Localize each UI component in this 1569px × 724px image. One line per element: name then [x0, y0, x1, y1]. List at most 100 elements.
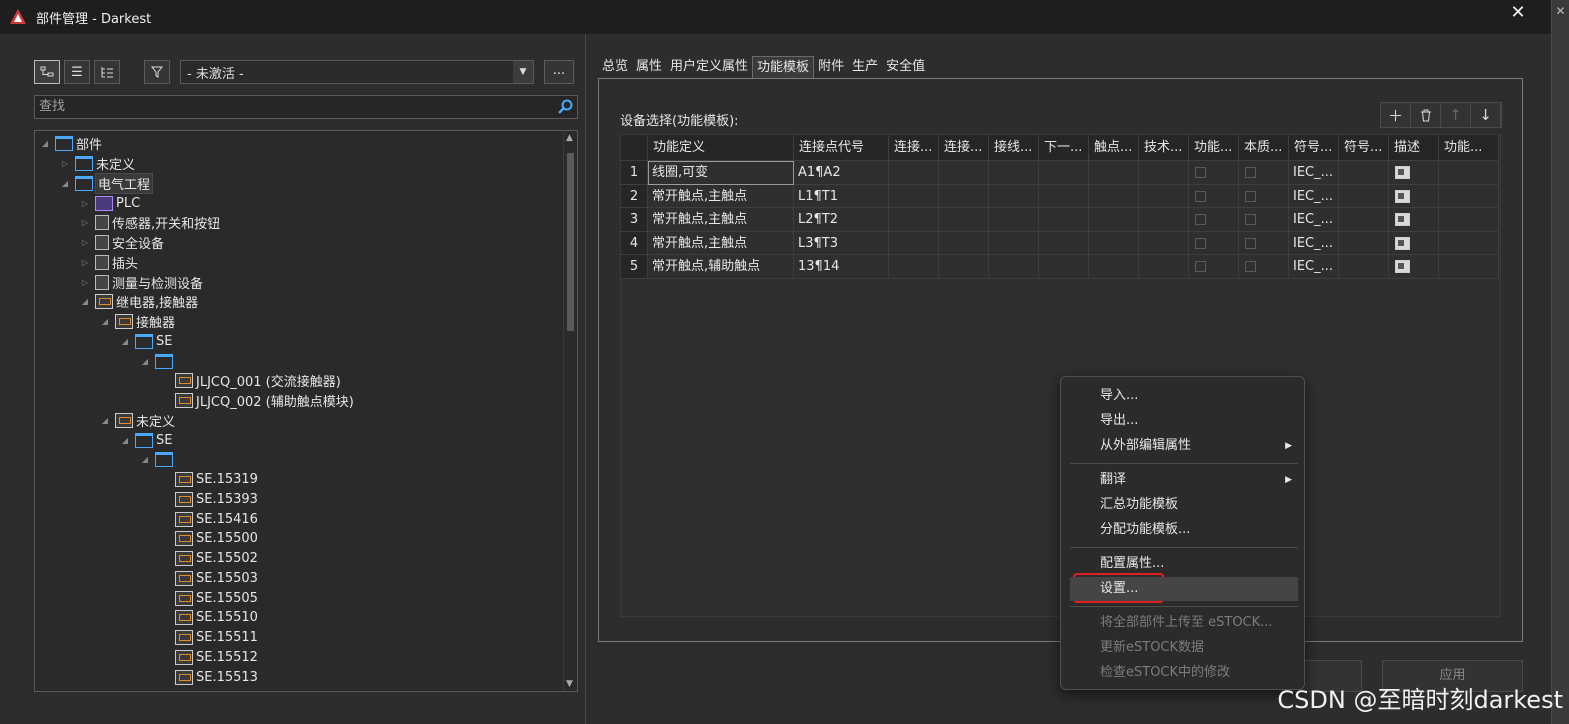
table-cell[interactable]	[1239, 208, 1289, 232]
column-header[interactable]: 技术...	[1139, 135, 1189, 161]
checkbox[interactable]	[1195, 190, 1206, 202]
table-cell[interactable]: 常开触点,主触点	[648, 231, 794, 255]
table-cell[interactable]	[1439, 184, 1499, 208]
table-cell[interactable]	[1189, 184, 1239, 208]
table-cell[interactable]	[1039, 161, 1089, 185]
table-cell[interactable]	[889, 184, 939, 208]
table-cell[interactable]	[1389, 184, 1439, 208]
context-menu-item[interactable]: 汇总功能模板	[1070, 493, 1298, 517]
column-header[interactable]: 连接点代号	[794, 135, 889, 161]
table-cell[interactable]	[1339, 255, 1389, 279]
search-icon[interactable]	[557, 99, 573, 123]
column-header[interactable]: 连接...	[939, 135, 989, 161]
tree-item[interactable]: ▷ 插头	[79, 253, 138, 273]
table-cell[interactable]	[1189, 231, 1239, 255]
context-menu-item[interactable]: 导入...	[1070, 384, 1298, 408]
table-cell[interactable]: L1¶T1	[794, 184, 889, 208]
table-cell[interactable]	[989, 161, 1039, 185]
column-header[interactable]: 描述	[1389, 135, 1439, 161]
column-header[interactable]: 功能定义	[648, 135, 794, 161]
tree-item[interactable]: SE.15319	[159, 470, 258, 490]
expand-arrow-icon[interactable]	[159, 612, 171, 624]
table-cell[interactable]	[989, 208, 1039, 232]
tab-0[interactable]: 总览	[598, 56, 632, 78]
tab-6[interactable]: 安全值	[882, 56, 929, 78]
tree-item[interactable]: SE.15505	[159, 588, 258, 608]
table-cell[interactable]: 13¶14	[794, 255, 889, 279]
expand-arrow-icon[interactable]	[159, 572, 171, 584]
column-header[interactable]: 接线...	[989, 135, 1039, 161]
tree-item[interactable]: ▷ PLC	[79, 193, 140, 213]
table-cell[interactable]	[989, 231, 1039, 255]
tree-item[interactable]: ◢ 未定义	[99, 411, 175, 431]
tree-item[interactable]: SE.15510	[159, 608, 258, 628]
column-header[interactable]: 功能...	[1439, 135, 1499, 161]
checkbox[interactable]	[1195, 167, 1206, 178]
filter-more-button[interactable]: ...	[544, 60, 574, 84]
tree-item[interactable]: ◢ SE	[119, 332, 172, 352]
table-cell[interactable]	[1139, 255, 1189, 279]
checkbox[interactable]	[1245, 167, 1256, 178]
tree-item[interactable]: ◢ 继电器,接触器	[79, 292, 198, 312]
search-input[interactable]: 查找	[34, 95, 578, 119]
table-cell[interactable]	[1039, 255, 1089, 279]
table-cell[interactable]	[989, 184, 1039, 208]
table-cell[interactable]	[939, 255, 989, 279]
expand-arrow-icon[interactable]	[159, 375, 171, 387]
tree-item[interactable]: ▷ 未定义	[59, 154, 135, 174]
description-icon[interactable]	[1395, 236, 1410, 250]
delete-row-button[interactable]	[1411, 103, 1441, 127]
expand-arrow-icon[interactable]: ▷	[79, 197, 91, 209]
table-cell[interactable]	[1189, 255, 1239, 279]
tree-item[interactable]: SE.15393	[159, 490, 258, 510]
table-cell[interactable]	[1239, 255, 1289, 279]
table-cell[interactable]	[1189, 208, 1239, 232]
table-cell[interactable]: A1¶A2	[794, 161, 889, 185]
tree-item[interactable]: JLJCQ_002 (辅助触点模块)	[159, 391, 354, 411]
table-cell[interactable]	[1239, 161, 1289, 185]
tree-item[interactable]: ◢	[139, 450, 176, 470]
table-row[interactable]: 2 常开触点,主触点 L1¶T1 IEC_...	[621, 184, 1502, 208]
table-row[interactable]: 4 常开触点,主触点 L3¶T3 IEC_...	[621, 231, 1502, 255]
table-cell[interactable]: L3¶T3	[794, 231, 889, 255]
table-cell[interactable]	[1439, 161, 1499, 185]
tab-4[interactable]: 附件	[814, 56, 848, 78]
table-cell[interactable]	[1089, 208, 1139, 232]
column-header[interactable]: 触点...	[1089, 135, 1139, 161]
expand-arrow-icon[interactable]	[159, 474, 171, 486]
chevron-down-icon[interactable]: ▼	[513, 61, 533, 83]
table-cell[interactable]	[889, 208, 939, 232]
column-header[interactable]: 本质...	[1239, 135, 1289, 161]
row-number[interactable]: 3	[621, 208, 648, 232]
table-cell[interactable]	[939, 184, 989, 208]
column-header[interactable]: 连接...	[889, 135, 939, 161]
description-icon[interactable]	[1395, 213, 1410, 226]
table-row[interactable]: 5 常开触点,辅助触点 13¶14 IEC_...	[621, 255, 1502, 279]
checkbox[interactable]	[1195, 214, 1206, 225]
context-menu-item[interactable]: 翻译 ▶	[1070, 468, 1298, 492]
expand-arrow-icon[interactable]	[159, 553, 171, 565]
table-cell[interactable]	[1239, 231, 1289, 255]
table-cell[interactable]	[889, 161, 939, 185]
checkbox[interactable]	[1245, 190, 1256, 202]
column-header[interactable]: 符号...	[1289, 135, 1339, 161]
tree-item[interactable]: SE.15416	[159, 509, 258, 529]
row-number[interactable]: 1	[621, 161, 648, 185]
tree-item[interactable]: SE.15511	[159, 628, 258, 648]
table-cell[interactable]	[1139, 231, 1189, 255]
tab-5[interactable]: 生产	[848, 56, 882, 78]
expand-arrow-icon[interactable]	[159, 592, 171, 604]
context-menu-item[interactable]: 导出...	[1070, 409, 1298, 433]
table-cell[interactable]	[1239, 184, 1289, 208]
context-menu-item[interactable]: 分配功能模板...	[1070, 518, 1298, 542]
tree-item[interactable]: ◢ 接触器	[99, 312, 175, 332]
table-cell[interactable]	[1039, 208, 1089, 232]
tree-item[interactable]: SE.15513	[159, 667, 258, 687]
tree-item[interactable]: ▷ 传感器,开关和按钮	[79, 213, 220, 233]
tree-item[interactable]: SE.15512	[159, 648, 258, 668]
collapse-arrow-icon[interactable]: ◢	[99, 414, 111, 426]
description-icon[interactable]	[1395, 260, 1410, 273]
tree-item[interactable]: ◢ 电气工程	[59, 172, 154, 194]
filter-icon[interactable]	[144, 60, 170, 84]
table-cell[interactable]	[1389, 231, 1439, 255]
